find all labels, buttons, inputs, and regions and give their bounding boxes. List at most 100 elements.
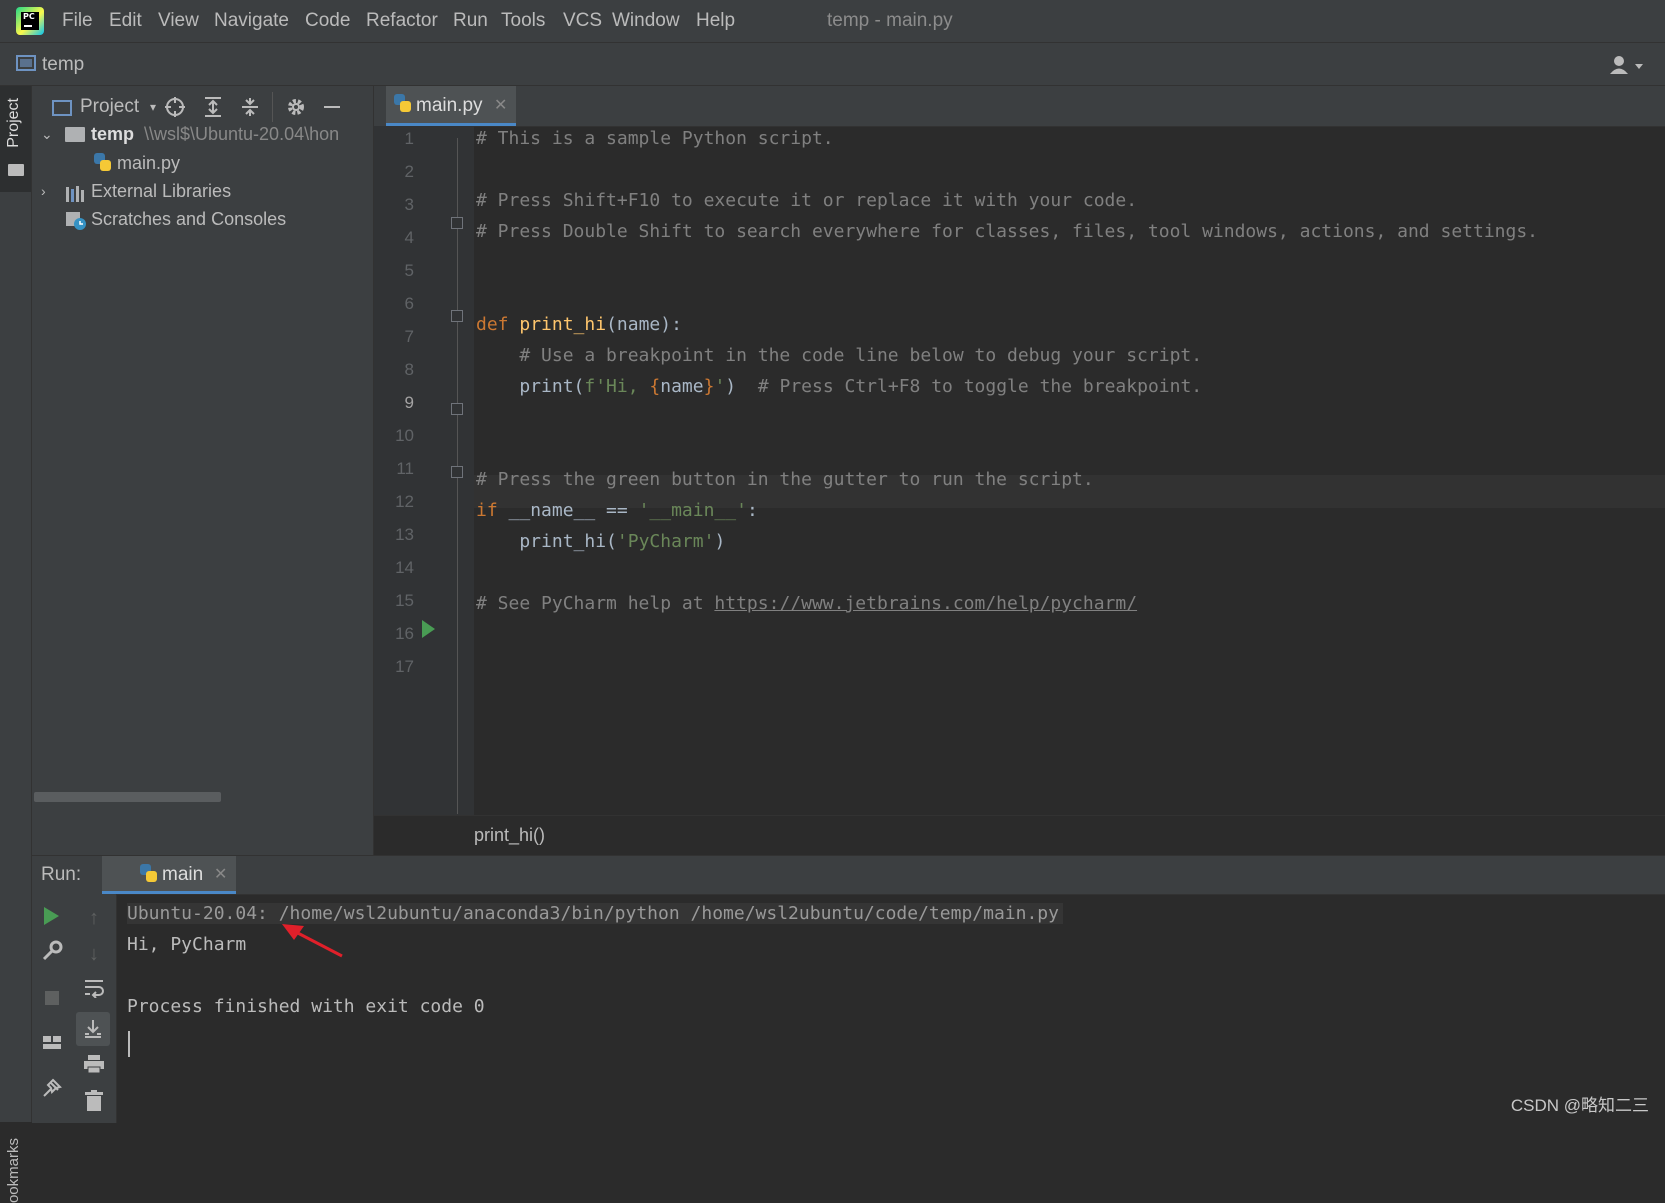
rerun-icon[interactable] <box>44 907 59 925</box>
code-text: ) <box>725 376 758 397</box>
hide-panel-icon[interactable] <box>320 95 344 119</box>
user-account-icon[interactable] <box>1609 55 1645 75</box>
close-icon[interactable]: ✕ <box>494 94 507 118</box>
scratches-icon <box>65 210 87 240</box>
menu-window[interactable]: Window <box>612 8 680 34</box>
code-comment: # See PyCharm help at <box>476 593 715 614</box>
menu-edit[interactable]: Edit <box>109 8 142 34</box>
tab-main-py-label: main.py <box>416 95 483 116</box>
tool-tab-project[interactable]: Project <box>0 86 31 192</box>
print-icon[interactable] <box>80 1054 108 1082</box>
menu-view[interactable]: View <box>158 8 199 34</box>
code-keyword: if <box>476 500 509 521</box>
code-keyword: def <box>476 314 520 335</box>
close-icon[interactable]: ✕ <box>214 863 227 887</box>
arrow-up-icon[interactable]: ↑ <box>80 904 108 932</box>
menu-run[interactable]: Run <box>453 8 488 34</box>
run-tab-label: main <box>162 864 204 885</box>
console-command-line: Ubuntu-20.04: /home/wsl2ubuntu/anaconda3… <box>127 903 1063 924</box>
tree-row-scratches[interactable]: Scratches and Consoles <box>32 204 373 234</box>
code-line-4[interactable]: # Press Double Shift to search everywher… <box>476 215 1538 248</box>
code-line-1[interactable]: # This is a sample Python script. <box>476 122 834 155</box>
line-number: 15 <box>395 591 414 610</box>
tree-row-external-libraries[interactable]: › External Libraries <box>32 176 373 206</box>
code-editor: main.py ✕ 1 2 3 4 5 6 7 8 9 10 11 12 13 … <box>373 86 1665 856</box>
line-number-current: 9 <box>404 393 414 412</box>
line-number: 11 <box>396 459 414 478</box>
expand-all-icon[interactable] <box>201 95 225 119</box>
code-line-13[interactable]: if __name__ == '__main__': <box>476 494 758 527</box>
run-toolbar-primary <box>32 894 73 1123</box>
project-panel: Project ▾ ⌄ temp \\wsl$\Ubuntu-20.04\hon… <box>32 86 373 855</box>
tree-external-libraries-label: External Libraries <box>91 181 232 201</box>
menu-help[interactable]: Help <box>696 8 735 34</box>
dropdown-arrow-icon[interactable]: ▾ <box>148 95 158 119</box>
run-panel-header: Run: main ✕ <box>32 856 1665 895</box>
pycharm-logo-icon: PC <box>16 7 44 35</box>
line-number: 12 <box>395 492 414 511</box>
soft-wrap-icon[interactable] <box>80 978 108 1006</box>
editor-breadcrumb-bar: print_hi() <box>374 815 1665 856</box>
fold-marker-icon[interactable] <box>451 217 463 229</box>
fold-marker-icon[interactable] <box>451 466 463 478</box>
code-comment: # Press Shift+F10 to execute it or repla… <box>476 190 1138 211</box>
project-view-selector[interactable]: Project <box>80 94 139 120</box>
code-line-12[interactable]: # Press the green button in the gutter t… <box>476 463 1094 496</box>
menu-tools[interactable]: Tools <box>501 8 545 34</box>
code-comment: # Press Double Shift to search everywher… <box>476 221 1539 242</box>
code-line-16[interactable]: # See PyCharm help at https://www.jetbra… <box>476 587 1137 620</box>
console-output[interactable]: Ubuntu-20.04: /home/wsl2ubuntu/anaconda3… <box>116 894 1665 1123</box>
code-line-7[interactable]: def print_hi(name): <box>476 308 682 341</box>
arrow-down-icon[interactable]: ↓ <box>80 940 108 968</box>
code-line-9[interactable]: print(f'Hi, {name}') # Press Ctrl+F8 to … <box>476 370 1202 403</box>
tree-row-main-py[interactable]: main.py <box>32 148 373 178</box>
horizontal-scrollbar[interactable] <box>34 792 221 802</box>
code-line-8[interactable]: # Use a breakpoint in the code line belo… <box>476 339 1202 372</box>
tool-tab-bookmarks[interactable]: ookmarks <box>5 1138 22 1203</box>
code-line-14[interactable]: print_hi('PyCharm') <box>476 525 725 558</box>
pin-icon[interactable] <box>38 1078 66 1106</box>
layout-icon[interactable] <box>38 1032 66 1060</box>
tab-main-py[interactable]: main.py ✕ <box>386 86 516 126</box>
breadcrumb-project[interactable]: temp <box>42 52 84 78</box>
stop-icon[interactable] <box>38 986 66 1014</box>
gear-icon[interactable] <box>284 95 308 119</box>
code-line-3[interactable]: # Press Shift+F10 to execute it or repla… <box>476 184 1137 217</box>
line-number: 7 <box>404 327 414 346</box>
breadcrumb-function[interactable]: print_hi() <box>474 825 545 846</box>
trash-icon[interactable] <box>80 1090 108 1118</box>
line-number: 14 <box>395 558 414 577</box>
help-link[interactable]: https://www.jetbrains.com/help/pycharm/ <box>714 593 1137 614</box>
python-icon <box>140 864 158 884</box>
python-file-icon <box>94 153 112 173</box>
wrench-icon[interactable] <box>38 940 66 968</box>
project-window-icon <box>16 55 36 71</box>
left-tool-strip: Project ookmarks <box>0 86 32 1203</box>
menu-refactor[interactable]: Refactor <box>366 8 438 34</box>
fold-marker-icon[interactable] <box>451 310 463 322</box>
tree-scratches-label: Scratches and Consoles <box>91 209 287 229</box>
menu-navigate[interactable]: Navigate <box>214 8 289 34</box>
chevron-down-icon[interactable]: ⌄ <box>41 119 53 149</box>
menu-code[interactable]: Code <box>305 8 350 34</box>
navigation-bar: temp <box>0 43 1665 86</box>
editor-tab-bar: main.py ✕ <box>374 86 1665 127</box>
tree-root-path: \\wsl$\Ubuntu-20.04\hon <box>144 124 340 144</box>
line-number: 5 <box>404 261 414 280</box>
code-comment: # Use a breakpoint in the code line belo… <box>476 345 1203 366</box>
scroll-to-end-icon[interactable] <box>76 1012 110 1046</box>
run-tab-main[interactable]: main ✕ <box>102 856 236 894</box>
menu-bar: PC File Edit View Navigate Code Refactor… <box>0 0 1665 43</box>
code-string: ' <box>714 376 726 397</box>
locate-file-icon[interactable] <box>163 95 187 119</box>
run-gutter-icon[interactable] <box>422 620 435 638</box>
menu-vcs[interactable]: VCS <box>563 8 602 34</box>
menu-file[interactable]: File <box>62 8 93 34</box>
chevron-right-icon[interactable]: › <box>41 176 53 206</box>
fold-marker-icon[interactable] <box>451 403 463 415</box>
line-number: 3 <box>404 195 414 214</box>
tree-row-root[interactable]: ⌄ temp \\wsl$\Ubuntu-20.04\hon <box>32 119 373 149</box>
run-tool-window: Run: main ✕ ↑ ↓ Ubuntu-20.04: /home/wsl2… <box>32 855 1665 1123</box>
collapse-all-icon[interactable] <box>238 95 262 119</box>
window-title: temp - main.py <box>827 10 953 31</box>
